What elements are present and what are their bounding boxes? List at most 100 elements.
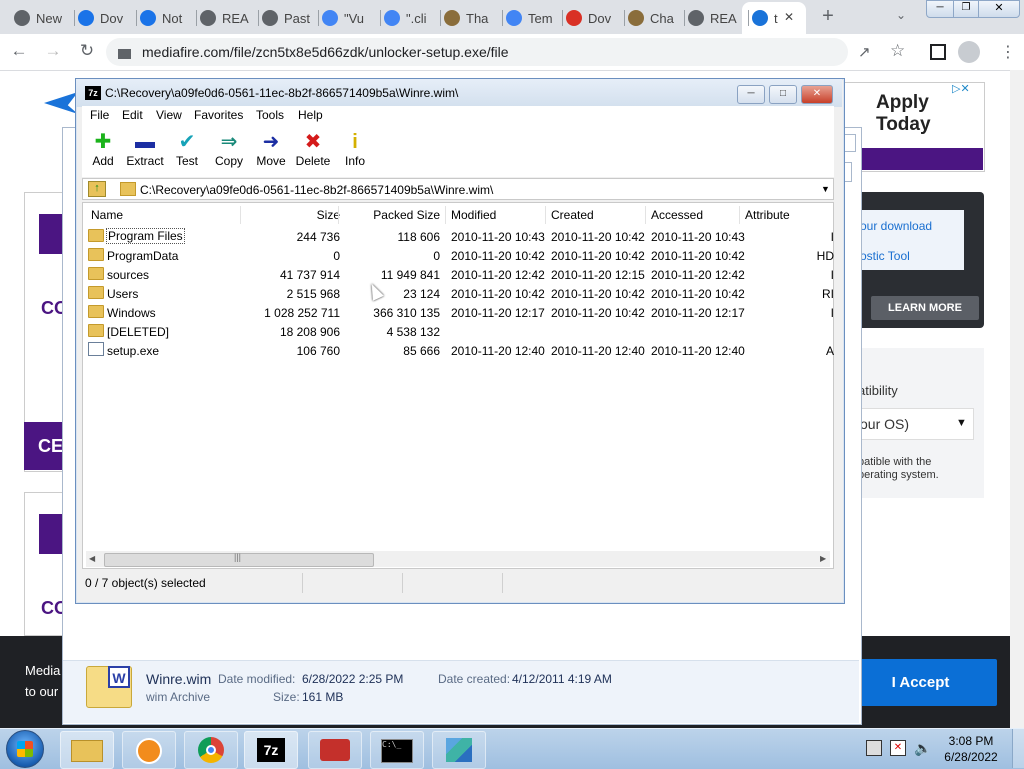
sevenzip-minimize-button[interactable]: ─ [737,85,765,104]
cell-created: 2010-11-20 10:42 [551,287,645,301]
cell-created: 2010-11-20 10:42 [551,230,645,244]
column-header-name[interactable]: Name [91,208,241,222]
diagnostic-tool-link[interactable]: ostic Tool [860,249,910,263]
cookie-text-2: to our [25,684,59,699]
table-row[interactable]: Windows 1 028 252 711 366 310 135 2010-11-2… [84,303,834,322]
sevenzip-close-button[interactable]: ✕ [801,85,833,104]
table-row[interactable]: sources 41 737 914 11 949 841 2010-11-20 12… [84,265,834,284]
taskbar-7zip[interactable]: 7z [244,731,298,769]
accept-button[interactable]: I Accept [844,659,997,706]
details-filetype: wim Archive [146,690,211,704]
scroll-right-icon[interactable]: ▶ [820,554,826,563]
tray-action-center-icon[interactable]: ✕ [890,740,906,756]
cell-name: setup.exe [107,344,160,358]
taskbar-registry[interactable] [432,731,486,769]
menu-file[interactable]: File [90,108,109,122]
table-row[interactable]: setup.exe 106 760 85 666 2010-11-20 12:40 20… [84,341,834,360]
cell-name: Users [107,287,139,301]
column-divider[interactable] [645,206,646,224]
taskbar-cmd[interactable]: C:\_ [370,731,424,769]
url-text[interactable]: mediafire.com/file/zcn5tx8e5d66zdk/unloc… [142,44,509,60]
tab-separator [502,10,503,26]
browser-menu-icon[interactable]: ⋮ [1000,42,1016,62]
cell-size: 244 736 [296,230,340,244]
profile-avatar[interactable] [958,41,980,63]
move-button[interactable]: ➜ Move [249,130,293,168]
tab-search-chevron-icon[interactable]: ⌄ [896,8,906,22]
browser-tab[interactable]: REA [200,4,249,32]
tab-separator [196,10,197,26]
forward-arrow-icon[interactable]: → [42,40,64,62]
add-button[interactable]: ✚ Add [81,130,125,168]
globe-icon [688,10,704,26]
table-row[interactable]: ProgramData 0 0 2010-11-20 10:42 2010-11-20 … [84,246,834,265]
new-tab-button[interactable]: + [818,6,838,26]
browser-tab[interactable]: New [14,4,62,32]
taskbar-media-player[interactable] [122,731,176,769]
table-row[interactable]: Program Files 244 736 118 606 2010-11-20 10… [84,227,834,246]
browser-tab[interactable]: Not [140,4,182,32]
column-header-created[interactable]: Created [551,208,641,222]
page-scrollbar[interactable] [1010,70,1024,728]
browser-tab[interactable]: ".cli [384,4,427,32]
browser-tab[interactable]: REA [688,4,737,32]
tray-network-icon[interactable] [866,740,882,756]
column-header-accessed[interactable]: Accessed [651,208,741,222]
share-icon[interactable]: ↗ [858,43,871,61]
extract-button[interactable]: ▬ Extract [123,130,167,168]
delete-button[interactable]: ✖ Delete [291,130,335,168]
column-divider[interactable] [739,206,740,224]
column-header-packed-size[interactable]: Packed Size [344,208,440,222]
download-link[interactable]: our download [860,219,932,233]
window-minimize-button[interactable]: ─ [926,0,954,18]
column-header-attribute[interactable]: Attribute [745,208,835,222]
copy-button[interactable]: ⇒ Copy [207,130,251,168]
menu-tools[interactable]: Tools [256,108,284,122]
taskbar-toolbox[interactable] [308,731,362,769]
browser-tab[interactable]: "Vu [322,4,364,32]
menu-help[interactable]: Help [298,108,323,122]
window-restore-button[interactable]: ❐ [953,0,979,18]
info-button[interactable]: i Info [333,130,377,168]
taskbar-chrome[interactable] [184,731,238,769]
close-tab-icon[interactable]: ✕ [784,10,794,24]
column-divider[interactable] [445,206,446,224]
menu-edit[interactable]: Edit [122,108,143,122]
browser-tab[interactable]: Dov [566,4,611,32]
learn-more-button[interactable]: LEARN MORE [871,296,979,320]
reload-icon[interactable]: ↻ [76,40,98,62]
menu-favorites[interactable]: Favorites [194,108,243,122]
column-divider[interactable] [338,206,339,224]
column-divider[interactable] [545,206,546,224]
taskbar-explorer[interactable] [60,731,114,769]
scroll-left-icon[interactable]: ◀ [89,554,95,563]
sevenzip-path-text[interactable]: C:\Recovery\a09fe0d6-0561-11ec-8b2f-8665… [140,183,493,197]
toolbar-label: Copy [214,154,243,168]
right-ad-text[interactable]: Apply Today [876,92,936,136]
browser-tab[interactable]: Dov [78,4,123,32]
table-row[interactable]: [DELETED] 18 208 906 4 538 132 [84,322,834,341]
browser-tab[interactable]: Tha [444,4,488,32]
back-arrow-icon[interactable]: ← [8,40,30,62]
side-panel-icon[interactable] [930,44,946,60]
bookmark-star-icon[interactable]: ☆ [890,41,905,61]
browser-tab[interactable]: Cha [628,4,674,32]
show-desktop-button[interactable] [1012,729,1024,768]
folder-up-icon[interactable]: ↑ [88,181,106,197]
test-button[interactable]: ✔ Test [165,130,209,168]
menu-view[interactable]: View [156,108,182,122]
cell-modified: 2010-11-20 10:43 [451,230,545,244]
tray-volume-icon[interactable]: 🔈 [914,740,931,757]
ad-choices-icon[interactable]: ▷✕ [952,82,970,95]
path-dropdown-icon[interactable]: ▼ [821,184,830,194]
column-header-size[interactable]: Size [246,208,340,222]
column-header-modified[interactable]: Modified [451,208,543,222]
browser-tab[interactable]: t [752,4,778,32]
window-close-button[interactable]: ✕ [978,0,1020,18]
sevenzip-maximize-button[interactable]: □ [769,85,797,104]
column-divider[interactable] [240,206,241,224]
browser-tab[interactable]: Tem [506,4,553,32]
taskbar-clock[interactable]: 3:08 PM 6/28/2022 [938,734,1004,764]
table-row[interactable]: Users 2 515 968 23 124 2010-11-20 10:42 2010… [84,284,834,303]
browser-tab[interactable]: Past [262,4,310,32]
